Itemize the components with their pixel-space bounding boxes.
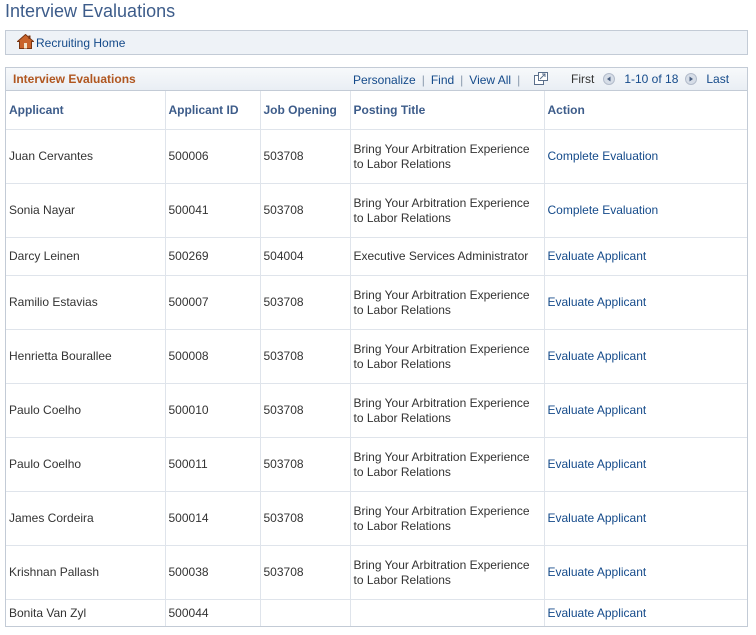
applicant-cell: Krishnan Pallash	[6, 545, 166, 600]
job-opening-cell: 503708	[260, 129, 351, 184]
action-cell: Evaluate Applicant	[544, 383, 747, 438]
applicant-id-cell: 500014	[165, 491, 261, 546]
pager-last[interactable]: Last	[706, 72, 729, 86]
evaluate-applicant-link[interactable]: Evaluate Applicant	[548, 457, 647, 471]
applicant-cell: Ramilio Estavias	[6, 275, 166, 330]
table-row: Ramilio Estavias 500007 503708 Bring You…	[6, 275, 747, 330]
evaluate-applicant-link[interactable]: Evaluate Applicant	[548, 565, 647, 579]
posting-title-cell: Bring Your Arbitration Experience to Lab…	[350, 129, 545, 184]
table-row: Darcy Leinen 500269 504004 Executive Ser…	[6, 237, 747, 276]
action-cell: Evaluate Applicant	[544, 437, 747, 492]
page-title: Interview Evaluations	[5, 1, 176, 21]
posting-title-cell: Bring Your Arbitration Experience to Lab…	[350, 329, 545, 384]
grid-header: Interview Evaluations Personalize | Find…	[6, 68, 747, 91]
applicant-cell: Henrietta Bourallee	[6, 329, 166, 384]
complete-evaluation-link[interactable]: Complete Evaluation	[548, 203, 659, 217]
evaluate-applicant-link[interactable]: Evaluate Applicant	[548, 511, 647, 525]
column-header-applicant[interactable]: Applicant	[6, 91, 166, 130]
action-cell: Evaluate Applicant	[544, 545, 747, 600]
arrow-left-icon[interactable]	[603, 73, 616, 85]
posting-title-cell: Bring Your Arbitration Experience to Lab…	[350, 275, 545, 330]
applicant-cell: James Cordeira	[6, 491, 166, 546]
column-header-job-opening[interactable]: Job Opening	[260, 91, 351, 130]
job-opening-cell: 503708	[260, 491, 351, 546]
applicant-id-cell: 500006	[165, 129, 261, 184]
applicant-id-cell: 500044	[165, 599, 261, 626]
column-header-applicant-id[interactable]: Applicant ID	[165, 91, 261, 130]
applicant-id-cell: 500008	[165, 329, 261, 384]
action-cell: Evaluate Applicant	[544, 237, 747, 276]
applicant-id-cell: 500010	[165, 383, 261, 438]
action-cell: Evaluate Applicant	[544, 329, 747, 384]
applicant-id-cell: 500038	[165, 545, 261, 600]
posting-title-cell	[350, 599, 545, 626]
table-row: Paulo Coelho 500010 503708 Bring Your Ar…	[6, 383, 747, 438]
posting-title-cell: Executive Services Administrator	[350, 237, 545, 276]
table-row: James Cordeira 500014 503708 Bring Your …	[6, 491, 747, 546]
posting-title-cell: Bring Your Arbitration Experience to Lab…	[350, 491, 545, 546]
applicant-cell: Juan Cervantes	[6, 129, 166, 184]
table-row: Henrietta Bourallee 500008 503708 Bring …	[6, 329, 747, 384]
posting-title-cell: Bring Your Arbitration Experience to Lab…	[350, 437, 545, 492]
recruiting-home-link[interactable]: Recruiting Home	[16, 33, 126, 52]
job-opening-cell: 503708	[260, 183, 351, 238]
column-header-posting-title[interactable]: Posting Title	[350, 91, 545, 130]
recruiting-home-label: Recruiting Home	[36, 35, 126, 50]
action-cell: Evaluate Applicant	[544, 275, 747, 330]
personalize-link[interactable]: Personalize	[353, 73, 416, 87]
posting-title-cell: Bring Your Arbitration Experience to Lab…	[350, 183, 545, 238]
applicant-cell: Bonita Van Zyl	[6, 599, 166, 626]
grid-title: Interview Evaluations	[13, 72, 136, 86]
action-cell: Complete Evaluation	[544, 129, 747, 184]
tool-separator: |	[421, 73, 425, 87]
posting-title-cell: Bring Your Arbitration Experience to Lab…	[350, 545, 545, 600]
grid-tools: Personalize | Find | View All |	[353, 72, 549, 88]
complete-evaluation-link[interactable]: Complete Evaluation	[548, 149, 659, 163]
table-row: Krishnan Pallash 500038 503708 Bring You…	[6, 545, 747, 600]
interview-evaluations-grid: Interview Evaluations Personalize | Find…	[5, 67, 748, 627]
applicant-id-cell: 500007	[165, 275, 261, 330]
pager: First 1-10 of 18 Last	[571, 72, 729, 86]
evaluate-applicant-link[interactable]: Evaluate Applicant	[548, 249, 647, 263]
view-all-link[interactable]: View All	[469, 73, 511, 87]
action-cell: Evaluate Applicant	[544, 599, 747, 626]
job-opening-cell: 503708	[260, 545, 351, 600]
home-icon	[16, 33, 36, 52]
table-header-row: Applicant Applicant ID Job Opening Posti…	[6, 91, 747, 130]
applicant-cell: Paulo Coelho	[6, 383, 166, 438]
evaluate-applicant-link[interactable]: Evaluate Applicant	[548, 349, 647, 363]
applicant-id-cell: 500269	[165, 237, 261, 276]
applicant-id-cell: 500041	[165, 183, 261, 238]
job-opening-cell	[260, 599, 351, 626]
job-opening-cell: 504004	[260, 237, 351, 276]
table-row: Juan Cervantes 500006 503708 Bring Your …	[6, 129, 747, 184]
applicant-cell: Sonia Nayar	[6, 183, 166, 238]
breadcrumb: Recruiting Home	[5, 30, 748, 55]
job-opening-cell: 503708	[260, 275, 351, 330]
applicant-id-cell: 500011	[165, 437, 261, 492]
evaluate-applicant-link[interactable]: Evaluate Applicant	[548, 606, 647, 620]
job-opening-cell: 503708	[260, 437, 351, 492]
job-opening-cell: 503708	[260, 383, 351, 438]
applicant-cell: Paulo Coelho	[6, 437, 166, 492]
pager-first: First	[571, 72, 595, 86]
table-row: Paulo Coelho 500011 503708 Bring Your Ar…	[6, 437, 747, 492]
find-link[interactable]: Find	[431, 73, 454, 87]
action-cell: Complete Evaluation	[544, 183, 747, 238]
job-opening-cell: 503708	[260, 329, 351, 384]
tool-separator: |	[517, 73, 521, 87]
evaluate-applicant-link[interactable]: Evaluate Applicant	[548, 295, 647, 309]
tool-separator: |	[460, 73, 464, 87]
evaluate-applicant-link[interactable]: Evaluate Applicant	[548, 403, 647, 417]
table-row: Sonia Nayar 500041 503708 Bring Your Arb…	[6, 183, 747, 238]
pager-count: 1-10 of 18	[624, 72, 679, 86]
posting-title-cell: Bring Your Arbitration Experience to Lab…	[350, 383, 545, 438]
applicant-cell: Darcy Leinen	[6, 237, 166, 276]
popout-icon[interactable]	[534, 72, 549, 88]
evaluations-table: Applicant Applicant ID Job Opening Posti…	[6, 91, 747, 626]
action-cell: Evaluate Applicant	[544, 491, 747, 546]
column-header-action[interactable]: Action	[544, 91, 747, 130]
table-row: Bonita Van Zyl 500044 Evaluate Applicant	[6, 599, 747, 626]
arrow-right-icon[interactable]	[685, 73, 698, 85]
